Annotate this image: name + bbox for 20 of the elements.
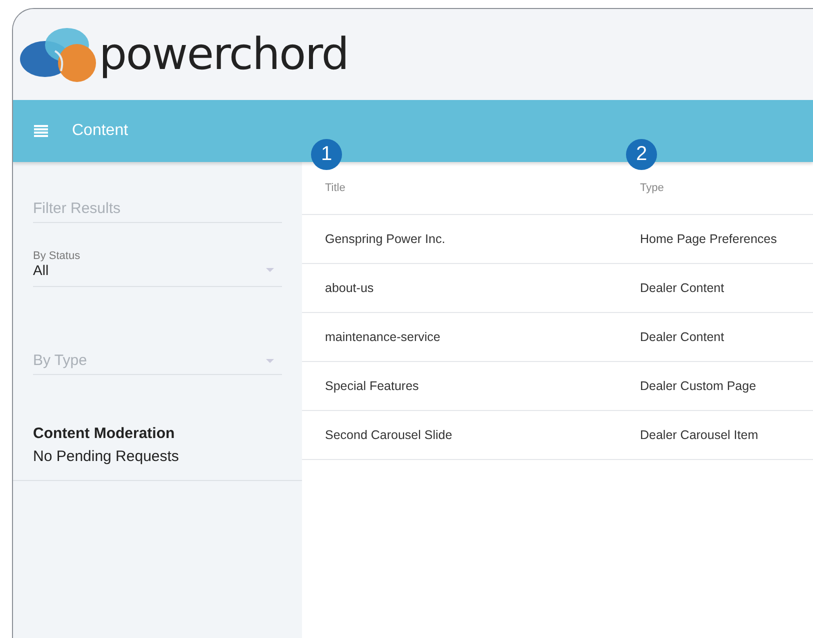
filter-field[interactable]: Filter Results <box>33 196 282 223</box>
table-cell-text: maintenance-service <box>324 330 442 344</box>
logo-text: powerchord <box>99 29 348 80</box>
table-cell-text: Dealer Content <box>639 281 724 295</box>
caret-icon <box>266 358 274 362</box>
caret-icon <box>266 268 274 272</box>
table-cell-text: about-us <box>324 281 375 295</box>
table-cell-text: Special Features <box>324 379 420 393</box>
moderation-title: Content Moderation <box>33 425 176 442</box>
table-cell-text: Genspring Power Inc. <box>324 232 446 246</box>
table-cell-text: Home Page Preferences <box>639 232 777 246</box>
logo-icon <box>17 26 97 82</box>
table-cell-text: Dealer Custom Page <box>639 379 756 393</box>
toolbar-title: Content <box>72 122 128 140</box>
status-select[interactable]: By Status All <box>33 250 282 287</box>
table-cell-text: Dealer Carousel Item <box>639 428 758 442</box>
moderation-text: No Pending Requests <box>33 448 180 465</box>
table-cell-text: Dealer Content <box>639 330 724 344</box>
table-cell-text: Second Carousel Slide <box>324 428 454 442</box>
menu-icon[interactable] <box>34 125 48 137</box>
